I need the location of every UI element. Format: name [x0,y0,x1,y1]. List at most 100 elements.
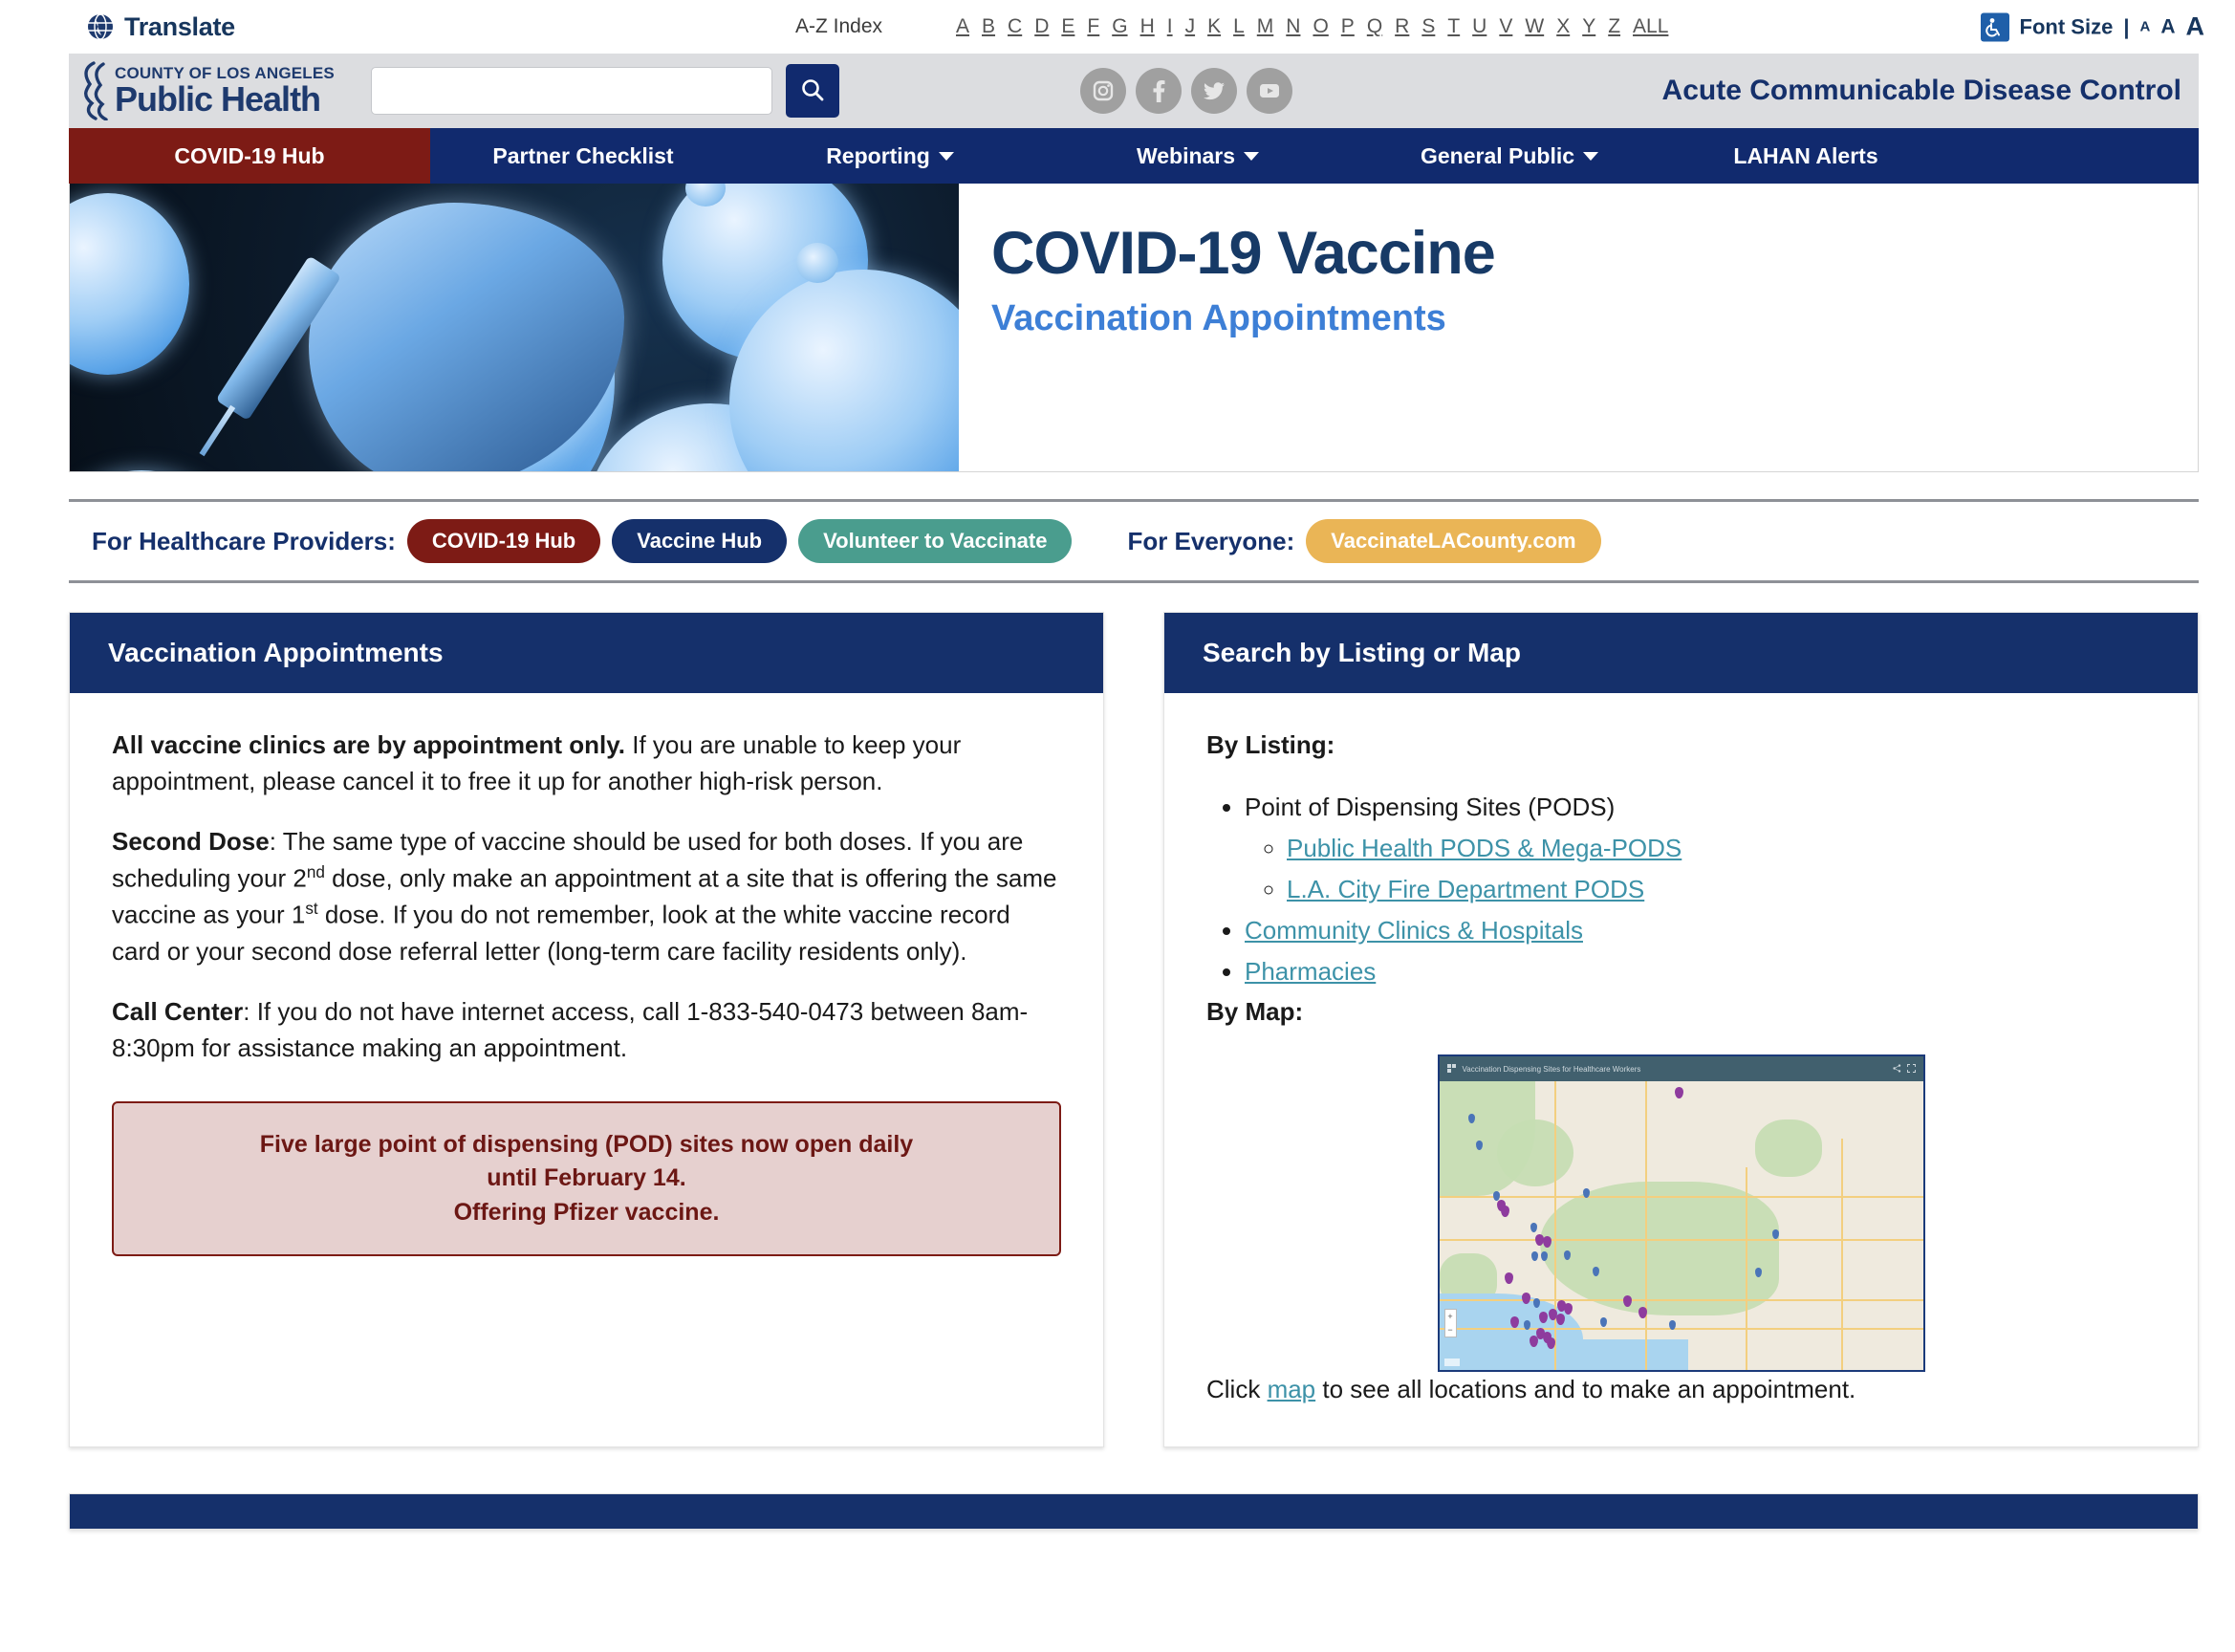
search-icon [799,76,826,106]
nav-item-lahan-alerts[interactable]: LAHAN Alerts [1667,128,1944,184]
az-letter-k[interactable]: K [1207,15,1221,38]
call-center-bold: Call Center [112,997,244,1027]
az-letter-list: A B C D E F G H I J K L M N O P Q R S T … [956,15,1668,38]
pill-vaccinatelacounty[interactable]: VaccinateLACounty.com [1306,519,1601,563]
link-pharmacies[interactable]: Pharmacies [1245,957,1376,986]
nav-item-reporting[interactable]: Reporting [736,128,1044,184]
quick-links-bar: For Healthcare Providers: COVID-19 Hub V… [69,499,2199,583]
youtube-icon[interactable] [1246,68,1292,114]
az-letter-y[interactable]: Y [1582,15,1595,38]
font-size-label: Font Size [2019,14,2114,38]
logo-public-health-line: Public Health [115,79,321,119]
map-zoom-controls[interactable]: + − [1443,1309,1457,1338]
second-dose-bold: Second Dose [112,827,270,857]
az-letter-f[interactable]: F [1087,15,1099,38]
nav-label: Partner Checklist [492,142,674,168]
az-letter-j[interactable]: J [1185,15,1196,38]
az-letter-q[interactable]: Q [1367,15,1382,38]
share-icon[interactable] [1892,1060,1901,1077]
map-window-titlebar: Vaccination Dispensing Sites for Healthc… [1439,1056,1923,1082]
nav-label: General Public [1420,142,1575,168]
link-community-clinics-hospitals[interactable]: Community Clinics & Hospitals [1245,916,1583,945]
link-public-health-pods[interactable]: Public Health PODS & Mega-PODS [1287,834,1682,862]
next-panel-partial [69,1493,2199,1531]
az-letter-l[interactable]: L [1233,15,1245,38]
map-window-title: Vaccination Dispensing Sites for Healthc… [1462,1064,1641,1074]
az-letter-x[interactable]: X [1556,15,1570,38]
pill-vaccine-hub[interactable]: Vaccine Hub [612,519,788,563]
az-letter-u[interactable]: U [1472,15,1486,38]
la-county-public-health-logo-icon [76,61,113,121]
appointment-only-bold: All vaccine clinics are by appointment o… [112,730,626,759]
font-size-large-button[interactable]: A [2186,12,2205,42]
az-letter-h[interactable]: H [1140,15,1155,38]
az-letter-z[interactable]: Z [1608,15,1620,38]
vaccination-appointments-panel: Vaccination Appointments All vaccine cli… [69,612,1104,1448]
panel-body: All vaccine clinics are by appointment o… [70,693,1103,1294]
az-letter-b[interactable]: B [982,15,995,38]
site-logo[interactable]: County of Los Angeles Public Health [69,61,335,121]
az-letter-p[interactable]: P [1341,15,1355,38]
for-healthcare-providers-label: For Healthcare Providers: [92,526,396,555]
az-letter-a[interactable]: A [956,15,969,38]
facebook-icon[interactable] [1135,68,1182,114]
font-size-medium-button[interactable]: A [2160,15,2175,38]
az-letter-m[interactable]: M [1257,15,1274,38]
az-letter-i[interactable]: I [1167,15,1173,38]
next-panel-heading-bar [70,1494,2198,1530]
map-zoom-out-button[interactable]: − [1447,1325,1452,1335]
translate-button[interactable]: Translate [86,12,235,42]
wheelchair-accessibility-icon[interactable] [1980,12,2009,41]
az-letter-n[interactable]: N [1286,15,1300,38]
social-links [1079,68,1292,114]
instagram-icon[interactable] [1079,68,1126,114]
az-letter-d[interactable]: D [1034,15,1049,38]
vaccination-dispensing-sites-map-thumbnail[interactable]: Vaccination Dispensing Sites for Healthc… [1437,1054,1925,1373]
nav-item-partner-checklist[interactable]: Partner Checklist [430,128,736,184]
map-app-icon [1446,1060,1456,1077]
az-letter-g[interactable]: G [1112,15,1127,38]
alert-line-3: Offering Pfizer vaccine. [453,1198,720,1226]
site-header: County of Los Angeles Public Health [69,54,2199,128]
az-letter-r[interactable]: R [1395,15,1409,38]
page-title: COVID-19 Vaccine [991,220,1496,287]
az-index-label[interactable]: A-Z Index [795,15,882,38]
department-title: Acute Communicable Disease Control [1661,75,2181,106]
nav-label: Reporting [826,142,930,168]
map-caption-pre: Click [1206,1375,1268,1404]
search-input[interactable] [370,67,772,115]
twitter-icon[interactable] [1190,68,1237,114]
az-letter-t[interactable]: T [1447,15,1460,38]
nav-item-covid-19-hub[interactable]: COVID-19 Hub [69,128,430,184]
nav-item-webinars[interactable]: Webinars [1044,128,1352,184]
pill-covid-19-hub[interactable]: COVID-19 Hub [406,519,601,563]
search-button[interactable] [785,64,839,118]
az-letter-v[interactable]: V [1499,15,1512,38]
alert-line-1: Five large point of dispensing (POD) sit… [259,1130,914,1158]
az-letter-w[interactable]: W [1525,15,1544,38]
for-everyone-label: For Everyone: [1127,526,1295,555]
nav-label: COVID-19 Hub [174,142,325,168]
az-letter-s[interactable]: S [1421,15,1435,38]
paragraph-call-center: Call Center: If you do not have internet… [112,994,1061,1066]
listing-list: Point of Dispensing Sites (PODS) Public … [1206,789,2156,990]
translate-label: Translate [124,11,235,41]
font-size-controls: Font Size | A A A [1980,12,2205,42]
map-zoom-in-button[interactable]: + [1447,1312,1452,1321]
nav-item-general-public[interactable]: General Public [1352,128,1667,184]
expand-icon[interactable] [1906,1060,1916,1077]
link-map[interactable]: map [1268,1375,1316,1403]
az-letter-all[interactable]: ALL [1633,15,1668,38]
font-size-small-button[interactable]: A [2139,19,2150,35]
panel-heading: Vaccination Appointments [70,613,1103,693]
hero-banner: COVID-19 Vaccine Vaccination Appointment… [69,184,2199,472]
panel-body: By Listing: Point of Dispensing Sites (P… [1164,693,2198,1446]
az-letter-o[interactable]: O [1313,15,1328,38]
az-letter-c[interactable]: C [1008,15,1022,38]
chevron-down-icon [1583,151,1599,161]
pill-volunteer-to-vaccinate[interactable]: Volunteer to Vaccinate [798,519,1073,563]
az-letter-e[interactable]: E [1061,15,1074,38]
link-la-city-fire-department-pods[interactable]: L.A. City Fire Department PODS [1287,875,1644,903]
second-dose-sup-st: st [305,899,318,919]
divider-bottom [69,580,2199,583]
